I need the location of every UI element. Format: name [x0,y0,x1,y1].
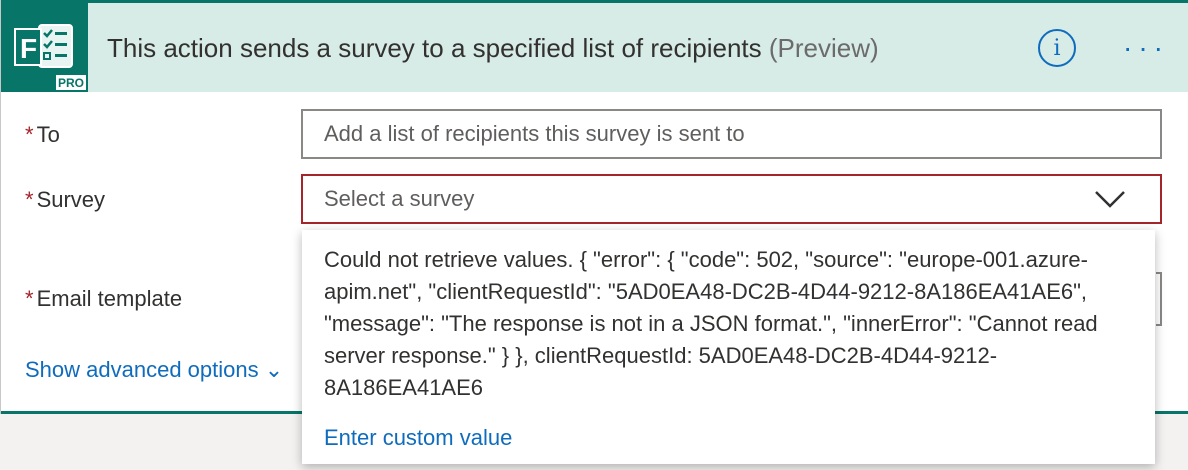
required-marker: * [25,286,34,311]
survey-placeholder: Select a survey [324,186,475,211]
info-icon[interactable]: i [1038,29,1076,67]
required-marker: * [25,122,34,147]
required-marker: * [25,187,34,212]
preview-tag: (Preview) [768,33,879,63]
to-label: * To [25,122,60,148]
more-options-icon[interactable]: ··· [1123,33,1171,63]
to-input[interactable]: Add a list of recipients this survey is … [301,109,1162,159]
survey-dropdown-menu: Could not retrieve values. { "error": { … [302,230,1155,464]
survey-label-text: Survey [36,187,106,212]
logo-letter: F [20,33,37,64]
action-title: This action sends a survey to a specifie… [107,33,879,64]
chevron-down-icon: ⌄ [264,357,284,382]
show-advanced-options-link[interactable]: Show advanced options ⌄ [25,357,283,383]
survey-dropdown[interactable]: Select a survey [301,174,1162,224]
dropdown-error-message: Could not retrieve values. { "error": { … [324,247,1098,400]
email-template-label: * Email template [25,286,182,312]
survey-label: * Survey [25,187,105,213]
to-label-text: To [36,122,60,147]
action-title-text: This action sends a survey to a specifie… [107,33,762,63]
to-placeholder: Add a list of recipients this survey is … [324,121,745,146]
show-advanced-options-text: Show advanced options [25,357,259,382]
enter-custom-value-option[interactable]: Enter custom value [324,425,512,451]
email-template-input[interactable] [1156,272,1162,326]
chevron-down-icon[interactable] [1094,188,1126,210]
action-header[interactable]: F PRO This action sends a survey to a sp… [1,3,1188,92]
email-template-label-text: Email template [36,286,183,311]
logo-badge: PRO [58,76,84,90]
forms-pro-logo-icon: F PRO [1,3,88,92]
